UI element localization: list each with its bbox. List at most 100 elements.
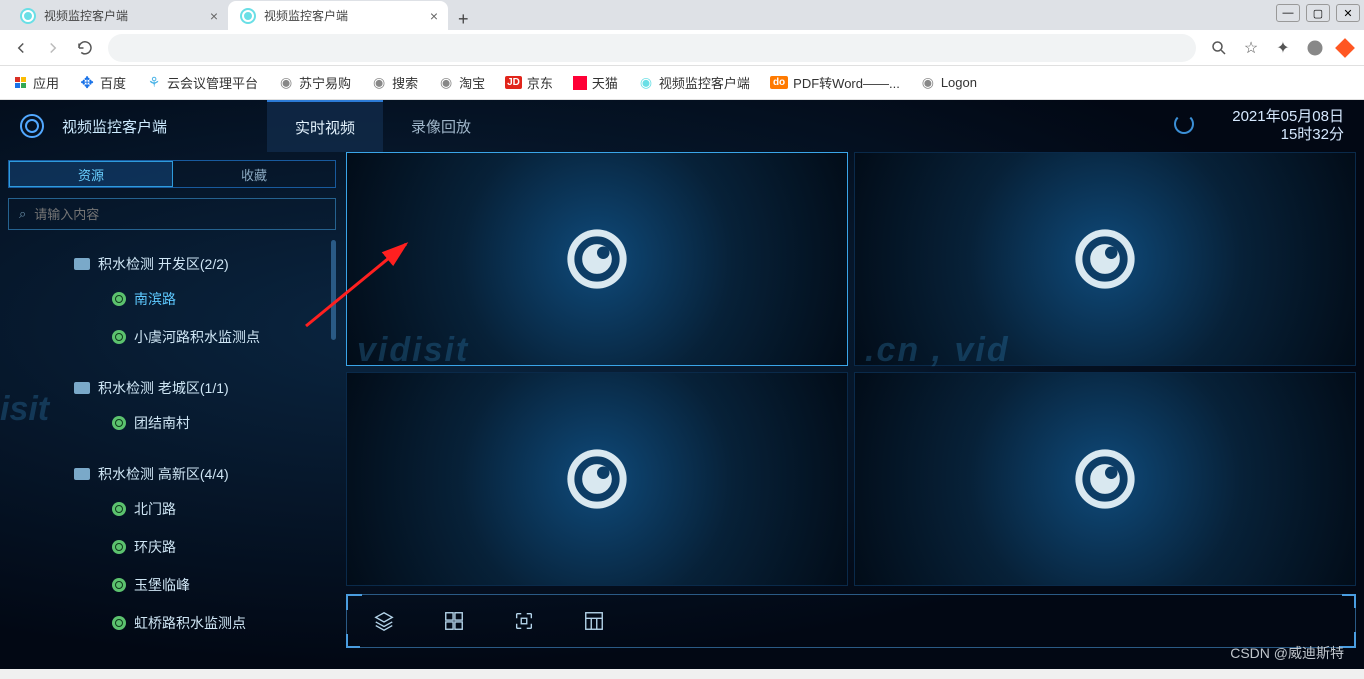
- video-area: vidisit .cn , vid: [346, 152, 1356, 669]
- tree-item[interactable]: 环庆路: [8, 528, 336, 566]
- tree-item[interactable]: 北门路: [8, 490, 336, 528]
- camera-online-icon: [112, 502, 126, 516]
- video-cell-3[interactable]: [346, 372, 848, 586]
- new-tab-button[interactable]: +: [448, 9, 479, 30]
- panel-tab-favorite[interactable]: 收藏: [173, 161, 335, 187]
- eye-icon: ◉: [638, 75, 654, 91]
- globe-icon: ◉: [371, 75, 387, 91]
- tree-item[interactable]: 玉堡临峰: [8, 566, 336, 604]
- search-input[interactable]: [34, 207, 325, 222]
- camera-group-icon: [74, 258, 90, 270]
- app-container: isit 视频监控客户端 实时视频 录像回放 2021年05月08日 15时32…: [0, 100, 1364, 669]
- camera-online-icon: [112, 330, 126, 344]
- tab-title: 视频监控客户端: [44, 7, 128, 24]
- globe-icon: ◉: [920, 75, 936, 91]
- placeholder-logo-icon: [558, 220, 636, 298]
- bookmark-apps[interactable]: 应用: [12, 73, 59, 92]
- group-label: 积水检测 高新区(4/4): [98, 464, 229, 484]
- close-icon[interactable]: ×: [430, 8, 438, 24]
- layout-custom-icon[interactable]: [583, 610, 605, 632]
- tab-favicon-icon: [20, 8, 36, 24]
- placeholder-logo-icon: [558, 440, 636, 518]
- tmall-icon: [573, 76, 587, 90]
- globe-icon: ◉: [278, 75, 294, 91]
- tree-item[interactable]: 虹桥路积水监测点: [8, 604, 336, 642]
- footer-attribution: CSDN @威迪斯特: [1230, 643, 1344, 663]
- panel-tabs: 资源 收藏: [8, 160, 336, 188]
- search-icon: ⌕: [19, 206, 26, 222]
- bookmark-tmall[interactable]: 天猫: [573, 73, 618, 92]
- camera-online-icon: [112, 292, 126, 306]
- left-panel: 资源 收藏 ⌕ ▼ 积水检测 开发区(2/2) 南滨路 小虞河路积水监测点 ▼: [8, 160, 336, 669]
- tree-group-header[interactable]: ▼ 积水检测 高新区(4/4): [8, 458, 336, 490]
- group-label: 积水检测 老城区(1/1): [98, 378, 229, 398]
- video-cell-4[interactable]: [854, 372, 1356, 586]
- tab-realtime[interactable]: 实时视频: [267, 100, 383, 152]
- fullscreen-icon[interactable]: [513, 610, 535, 632]
- tab-favicon-icon: [240, 8, 256, 24]
- video-cell-1[interactable]: vidisit: [346, 152, 848, 366]
- watermark-text: .cn , vid: [865, 331, 1010, 370]
- address-bar[interactable]: [108, 34, 1196, 62]
- bookmark-meeting[interactable]: ⚘云会议管理平台: [146, 73, 258, 92]
- layout-grid-icon[interactable]: [443, 610, 465, 632]
- video-cell-2[interactable]: .cn , vid: [854, 152, 1356, 366]
- app-header: 视频监控客户端 实时视频 录像回放 2021年05月08日 15时32分: [0, 100, 1364, 152]
- extension-badge-icon[interactable]: [1335, 38, 1355, 58]
- video-grid: vidisit .cn , vid: [346, 152, 1356, 586]
- sync-icon[interactable]: [1174, 114, 1194, 134]
- camera-online-icon: [112, 540, 126, 554]
- camera-tree: ▼ 积水检测 开发区(2/2) 南滨路 小虞河路积水监测点 ▼ 积水检测 老城区…: [8, 240, 336, 669]
- tree-item[interactable]: 团结南村: [8, 404, 336, 442]
- forward-button[interactable]: [44, 39, 62, 57]
- camera-group-icon: [74, 468, 90, 480]
- video-toolbar: [346, 594, 1356, 648]
- jd-icon: JD: [505, 76, 522, 89]
- close-window-button[interactable]: ✕: [1336, 4, 1360, 22]
- bookmark-bar: 应用 ✥百度 ⚘云会议管理平台 ◉苏宁易购 ◉搜索 ◉淘宝 JD京东 天猫 ◉视…: [0, 66, 1364, 100]
- close-icon[interactable]: ×: [210, 8, 218, 24]
- extensions-icon[interactable]: ✦: [1274, 39, 1292, 57]
- bookmark-pdf[interactable]: doPDF转Word——...: [770, 73, 900, 92]
- panel-tab-resource[interactable]: 资源: [9, 161, 173, 187]
- tree-item[interactable]: 南滨路: [8, 280, 336, 318]
- bookmark-logon[interactable]: ◉Logon: [920, 75, 977, 91]
- group-label: 积水检测 开发区(2/2): [98, 254, 229, 274]
- app-logo-icon: [20, 114, 44, 138]
- back-button[interactable]: [12, 39, 30, 57]
- time-text: 15时32分: [1232, 126, 1344, 144]
- bookmark-baidu[interactable]: ✥百度: [79, 73, 126, 92]
- bookmark-search[interactable]: ◉搜索: [371, 73, 418, 92]
- app-title: 视频监控客户端: [62, 116, 167, 137]
- search-box[interactable]: ⌕: [8, 198, 336, 230]
- main-tabs: 实时视频 录像回放: [267, 100, 499, 152]
- star-icon[interactable]: ☆: [1242, 39, 1260, 57]
- datetime-display: 2021年05月08日 15时32分: [1232, 108, 1344, 144]
- doc-icon: do: [770, 76, 788, 89]
- reload-button[interactable]: [76, 39, 94, 57]
- browser-tab[interactable]: 视频监控客户端 ×: [8, 1, 228, 30]
- maximize-button[interactable]: ▢: [1306, 4, 1330, 22]
- layers-icon[interactable]: [373, 610, 395, 632]
- bookmark-suning[interactable]: ◉苏宁易购: [278, 73, 351, 92]
- browser-tab-active[interactable]: 视频监控客户端 ×: [228, 1, 448, 30]
- tab-title: 视频监控客户端: [264, 7, 348, 24]
- bookmark-video[interactable]: ◉视频监控客户端: [638, 73, 750, 92]
- bookmark-jd[interactable]: JD京东: [505, 73, 553, 92]
- bookmark-taobao[interactable]: ◉淘宝: [438, 73, 485, 92]
- people-icon: ⚘: [146, 75, 162, 91]
- paw-icon: ✥: [79, 75, 95, 91]
- globe-icon: ◉: [438, 75, 454, 91]
- window-controls: — ▢ ✕: [1276, 4, 1360, 22]
- tree-group-header[interactable]: ▼ 积水检测 老城区(1/1): [8, 372, 336, 404]
- search-icon[interactable]: [1210, 39, 1228, 57]
- tree-item[interactable]: 小虞河路积水监测点: [8, 318, 336, 356]
- tree-group-header[interactable]: ▼ 积水检测 开发区(2/2): [8, 248, 336, 280]
- tab-playback[interactable]: 录像回放: [383, 100, 499, 152]
- browser-nav-bar: ☆ ✦: [0, 30, 1364, 66]
- watermark-text: vidisit: [357, 331, 469, 370]
- placeholder-logo-icon: [1066, 220, 1144, 298]
- profile-icon[interactable]: [1306, 39, 1324, 57]
- placeholder-logo-icon: [1066, 440, 1144, 518]
- minimize-button[interactable]: —: [1276, 4, 1300, 22]
